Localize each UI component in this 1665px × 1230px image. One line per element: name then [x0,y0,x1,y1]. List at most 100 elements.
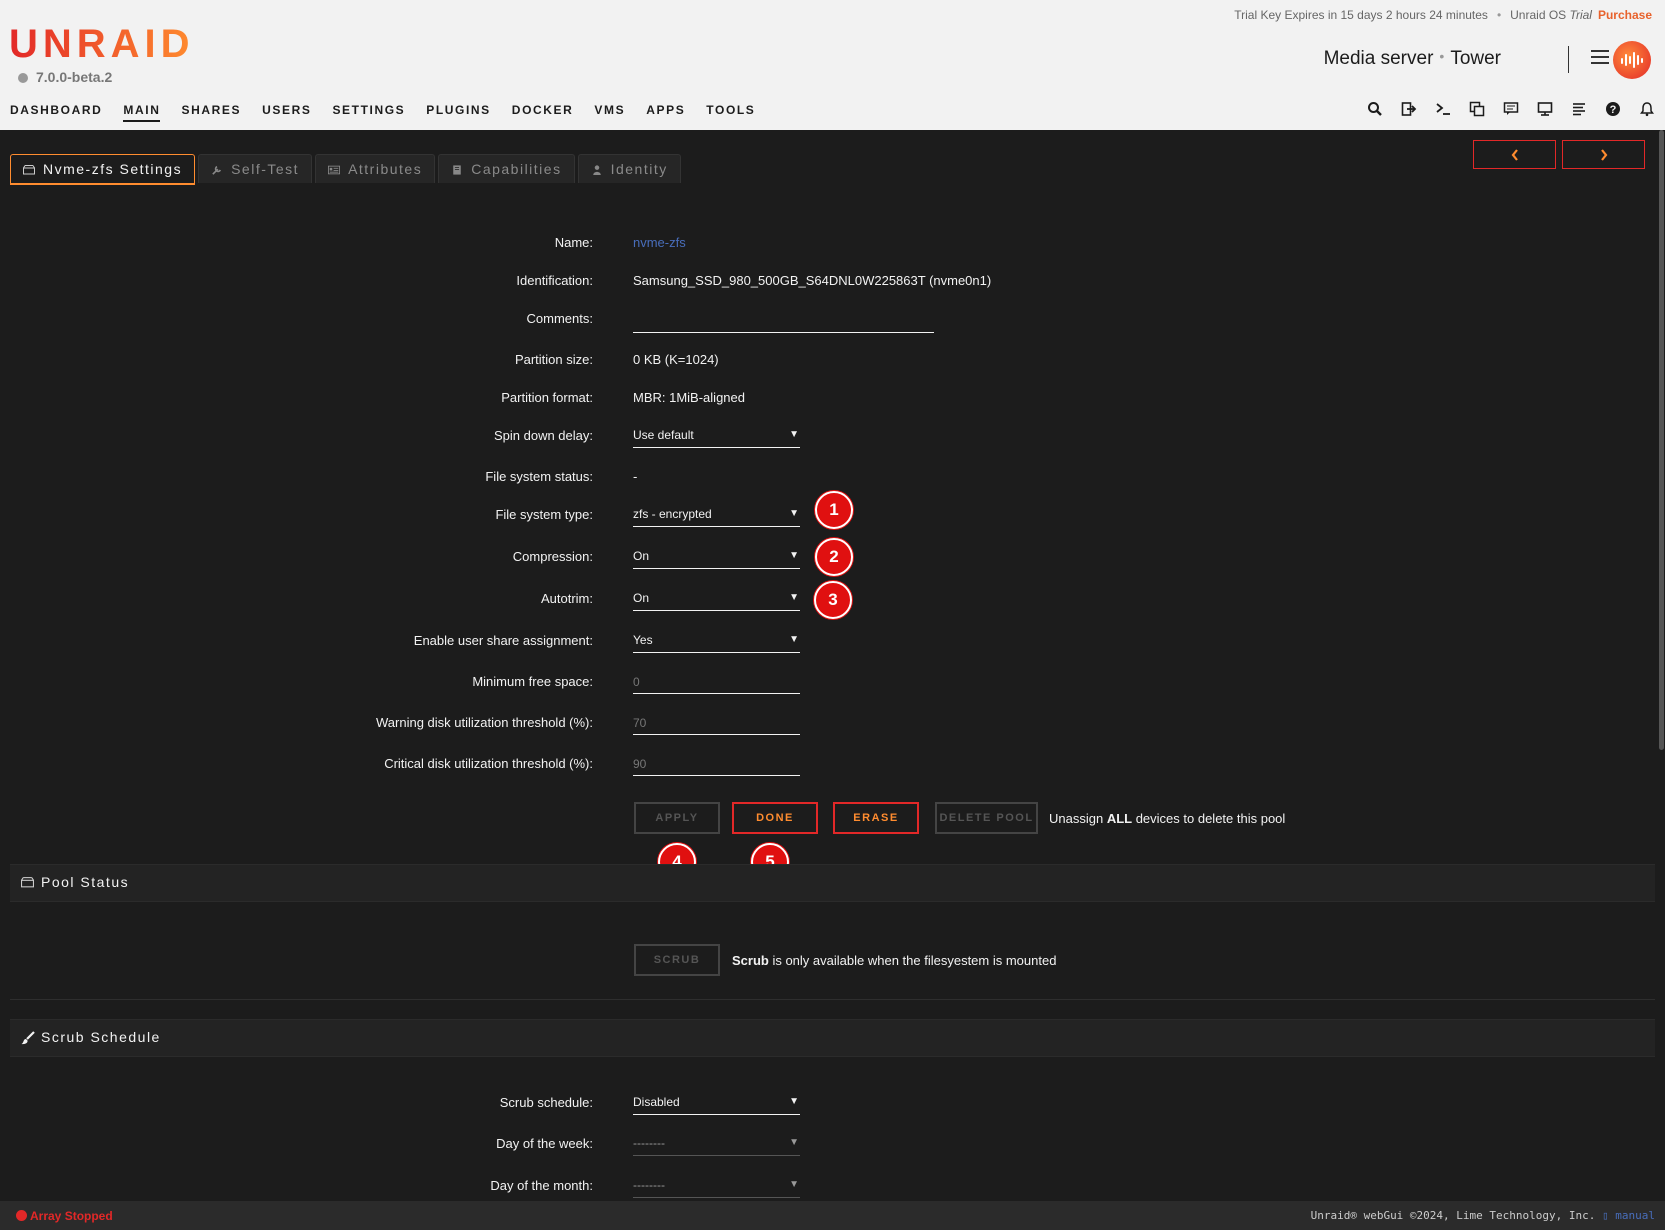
nav-plugins[interactable]: PLUGINS [426,103,491,122]
list-icon [328,165,341,175]
erase-button[interactable]: ERASE [833,802,919,834]
section-divider [10,999,1655,1000]
version-text: 7.0.0-beta.2 [36,69,113,85]
day-of-month-select[interactable]: -------- ▼ [633,1176,800,1198]
tab-label: Attributes [348,161,423,177]
apply-button[interactable]: APPLY [634,802,720,834]
name-value[interactable]: nvme-zfs [633,235,686,250]
manual-link[interactable]: ▯ manual [1602,1209,1655,1222]
previous-device-button[interactable] [1473,140,1556,169]
identification-label: Identification: [516,273,593,288]
caret-down-icon: ▼ [789,508,799,519]
scrub-button[interactable]: SCRUB [634,944,720,976]
trial-text: Trial Key Expires in 15 days 2 hours 24 … [1234,8,1488,22]
done-button[interactable]: DONE [732,802,818,834]
row-name: Name: nvme-zfs [0,235,1665,265]
tab-label: Nvme-zfs Settings [43,161,183,177]
spin-down-value: Use default [633,428,694,442]
spin-down-select[interactable]: Use default ▼ [633,426,800,448]
nav-vms[interactable]: VMS [594,103,625,122]
comments-input[interactable] [633,311,934,333]
compression-label: Compression: [512,549,593,564]
array-status: Array Stopped [16,1209,113,1223]
logout-icon[interactable] [1401,101,1417,117]
nav-main[interactable]: MAIN [123,103,161,122]
delete-pool-note: Unassign ALL devices to delete this pool [1049,811,1285,826]
search-icon[interactable] [1367,101,1383,117]
user-avatar[interactable] [1613,41,1651,79]
partition-format-value: MBR: 1MiB-aligned [633,390,745,405]
nav-tools[interactable]: TOOLS [706,103,755,122]
nav-dashboard[interactable]: DASHBOARD [10,103,102,122]
bell-icon[interactable] [1639,101,1655,117]
pool-status-header: Pool Status [10,864,1655,902]
fs-status-label: File system status: [485,469,593,484]
tab-label: Capabilities [471,161,562,177]
scrub-schedule-label: Scrub schedule: [499,1095,593,1110]
tab-attributes[interactable]: Attributes [315,154,436,183]
fs-type-value: zfs - encrypted [633,507,712,521]
user-share-select[interactable]: Yes ▼ [633,631,800,653]
nav-docker[interactable]: DOCKER [512,103,574,122]
main-nav: DASHBOARD MAIN SHARES USERS SETTINGS PLU… [10,103,776,122]
tab-identity[interactable]: Identity [577,154,681,183]
comments-label: Comments: [526,311,593,326]
log-icon[interactable] [1571,101,1587,117]
tab-label: Self-Test [231,161,300,177]
tab-capabilities[interactable]: Capabilities [438,154,575,183]
row-comments: Comments: [0,311,1665,341]
delete-pool-button[interactable]: DELETE POOL [935,802,1038,834]
caret-down-icon: ▼ [789,634,799,645]
fs-status-value: - [633,469,638,484]
row-critical-threshold: Critical disk utilization threshold (%):… [0,756,1665,786]
tab-label: Identity [610,161,668,177]
hdd-icon [23,165,35,175]
server-name: Media server • Tower [1324,48,1501,70]
unraid-logo[interactable]: UNRAID [9,22,195,67]
critical-threshold-input[interactable]: 90 [633,754,800,776]
day-of-month-value: -------- [633,1178,665,1192]
help-icon[interactable]: ? [1605,101,1621,117]
info-icon [18,73,28,83]
row-partition-size: Partition size: 0 KB (K=1024) [0,352,1665,382]
fs-type-select[interactable]: zfs - encrypted ▼ [633,505,800,527]
row-day-of-week: Day of the week: -------- ▼ [0,1136,1665,1166]
nav-settings[interactable]: SETTINGS [332,103,405,122]
compression-select[interactable]: On ▼ [633,547,800,569]
day-of-week-select[interactable]: -------- ▼ [633,1134,800,1156]
caret-down-icon: ▼ [789,592,799,603]
annotation-badge-3: 3 [814,581,852,619]
chevron-left-icon [1511,148,1518,161]
compression-value: On [633,549,650,563]
feedback-icon[interactable] [1503,101,1519,117]
partition-format-label: Partition format: [501,390,593,405]
unraid-wave-icon [1621,52,1643,68]
toolbar-icons: ? [1349,101,1655,117]
tab-self-test[interactable]: Self-Test [198,154,313,183]
autotrim-select[interactable]: On ▼ [633,589,800,611]
tab-nvme-zfs-settings[interactable]: Nvme-zfs Settings [10,154,196,185]
warning-threshold-input[interactable]: 70 [633,713,800,735]
copy-icon[interactable] [1469,101,1485,117]
scrub-schedule-select[interactable]: Disabled ▼ [633,1093,800,1115]
fs-type-label: File system type: [495,507,593,522]
brush-icon [21,1031,35,1045]
caret-down-icon: ▼ [789,1137,799,1148]
row-scrub-schedule: Scrub schedule: Disabled ▼ [0,1095,1665,1125]
row-warning-threshold: Warning disk utilization threshold (%): … [0,715,1665,745]
nav-apps[interactable]: APPS [646,103,685,122]
row-identification: Identification: Samsung_SSD_980_500GB_S6… [0,273,1665,303]
purchase-link[interactable]: Purchase [1598,8,1652,22]
hamburger-menu-icon[interactable] [1591,50,1609,64]
os-name: Unraid OS [1510,8,1567,22]
scrub-note-rest: is only available when the filesyestem i… [768,953,1057,968]
manual-label: manual [1615,1209,1655,1222]
nav-shares[interactable]: SHARES [181,103,241,122]
identification-value: Samsung_SSD_980_500GB_S64DNL0W225863T (n… [633,273,992,288]
nav-users[interactable]: USERS [262,103,311,122]
next-device-button[interactable] [1562,140,1645,169]
display-icon[interactable] [1537,101,1553,117]
critical-threshold-label: Critical disk utilization threshold (%): [384,756,593,771]
terminal-icon[interactable] [1435,101,1451,117]
min-free-input[interactable]: 0 [633,672,800,694]
